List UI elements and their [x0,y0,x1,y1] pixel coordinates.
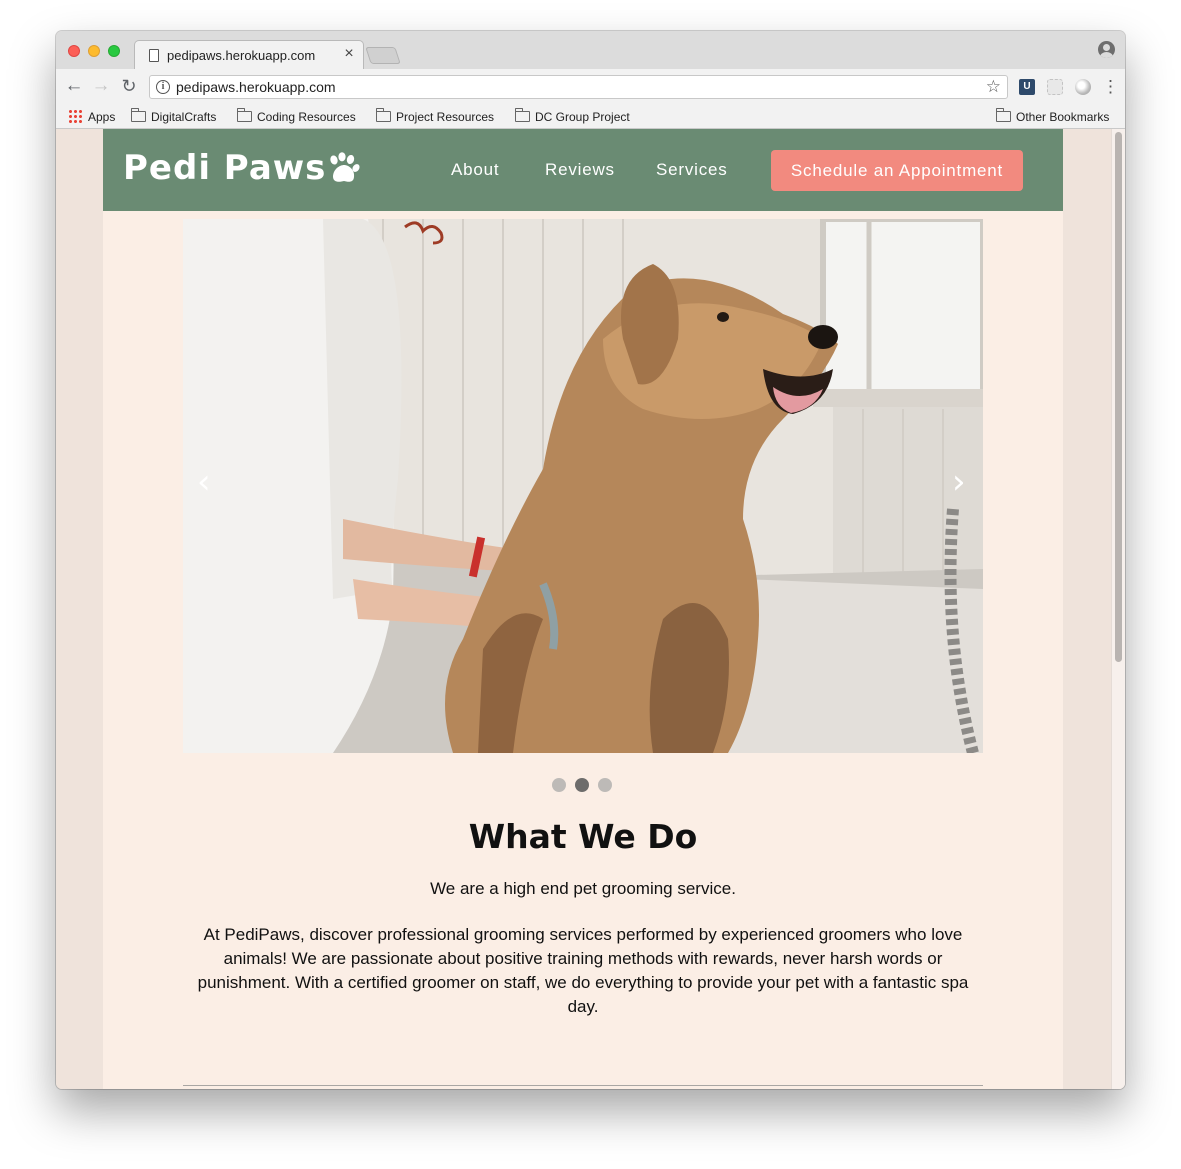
bookmark-project-resources[interactable]: Project Resources [376,108,494,126]
hero-carousel: ‹ › [183,219,983,753]
nav-services-link[interactable]: Services [656,160,728,180]
paw-icon [330,152,360,182]
folder-icon [237,108,252,122]
folder-icon [131,108,146,122]
window-maximize-button[interactable] [108,45,120,57]
browser-tab-active[interactable]: pedipaws.herokuapp.com × [134,40,364,70]
page-viewport: Pedi Paws About Reviews Services Schedul… [56,129,1125,1089]
bookmark-apps[interactable]: Apps [68,108,115,126]
window-minimize-button[interactable] [88,45,100,57]
extension-icon[interactable]: U [1019,79,1035,95]
new-tab-button[interactable] [365,47,401,64]
browser-window: pedipaws.herokuapp.com × ← → ↻ i pedipaw… [56,31,1125,1089]
page-container: Pedi Paws About Reviews Services Schedul… [103,129,1063,1089]
bookmark-label: Apps [88,110,116,124]
page-icon [149,49,159,62]
tab-title: pedipaws.herokuapp.com [167,48,316,63]
tab-close-icon[interactable]: × [341,45,357,63]
bookmark-label: DigitalCrafts [151,110,217,124]
bookmark-other[interactable]: Other Bookmarks [996,108,1109,126]
apps-grid-icon [68,109,82,123]
page-scrollbar[interactable] [1111,129,1125,1089]
back-arrow-icon[interactable]: ← [62,74,86,98]
address-bar[interactable]: i pedipaws.herokuapp.com ☆ [149,75,1008,99]
bookmark-label: Project Resources [396,110,495,124]
folder-icon [996,108,1011,122]
bookmarks-bar: Apps DigitalCrafts Coding Resources Proj… [56,105,1125,129]
profile-icon[interactable] [1098,41,1115,58]
site-navbar: Pedi Paws About Reviews Services Schedul… [103,129,1063,211]
window-close-button[interactable] [68,45,80,57]
bookmark-digitalcrafts[interactable]: DigitalCrafts [131,108,216,126]
scrollbar-thumb[interactable] [1115,132,1122,662]
bookmark-label: DC Group Project [535,110,630,124]
nav-reviews-link[interactable]: Reviews [545,160,615,180]
site-logo[interactable]: Pedi Paws [123,148,326,188]
description-text: At PediPaws, discover professional groom… [197,925,969,1016]
carousel-indicator-dot[interactable] [598,778,612,792]
bookmark-dc-group-project[interactable]: DC Group Project [515,108,630,126]
carousel-indicator-dot[interactable] [575,778,589,792]
bookmark-star-icon[interactable]: ☆ [986,77,1001,97]
bookmark-label: Coding Resources [257,110,356,124]
extension-icon[interactable] [1075,79,1091,95]
hero-photo [183,219,983,753]
tab-strip: pedipaws.herokuapp.com × [56,31,1125,70]
section-title: What We Do [468,817,698,856]
folder-icon [376,108,391,122]
bookmark-label: Other Bookmarks [1016,110,1110,124]
url-text[interactable]: pedipaws.herokuapp.com [176,79,336,95]
reload-icon[interactable]: ↻ [117,74,141,98]
schedule-appointment-button[interactable]: Schedule an Appointment [771,150,1023,191]
carousel-next-button[interactable]: › [952,465,966,499]
folder-icon [515,108,530,122]
browser-toolbar: ← → ↻ i pedipaws.herokuapp.com ☆ U ⋮ [56,69,1125,105]
carousel-prev-button[interactable]: ‹ [197,465,211,499]
extension-icon[interactable] [1047,79,1063,95]
tagline-text: We are a high end pet grooming service. [430,879,736,898]
bookmark-coding-resources[interactable]: Coding Resources [237,108,356,126]
carousel-indicator-dot[interactable] [552,778,566,792]
info-icon[interactable]: i [156,80,170,94]
section-divider [183,1085,983,1086]
forward-arrow-icon[interactable]: → [89,74,113,98]
more-menu-icon[interactable]: ⋮ [1102,76,1119,98]
nav-about-link[interactable]: About [451,160,499,180]
